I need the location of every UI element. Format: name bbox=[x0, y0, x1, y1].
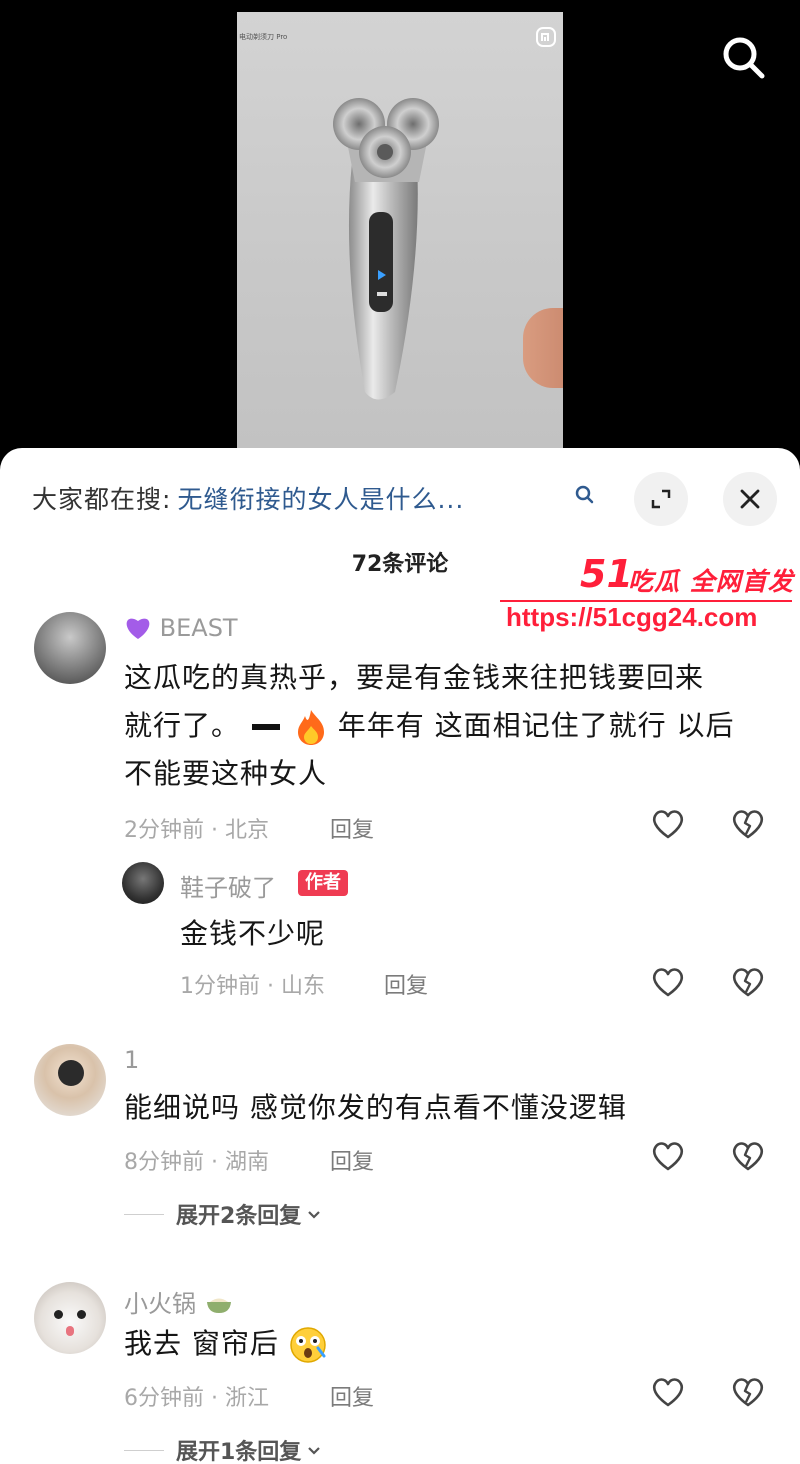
like-icon[interactable] bbox=[650, 1374, 686, 1410]
avatar[interactable] bbox=[34, 612, 106, 684]
video-frame-product-photo: 电动剃须刀 Pro bbox=[237, 12, 563, 452]
comment-meta: 2分钟前 · 北京 bbox=[124, 818, 269, 843]
dislike-icon[interactable] bbox=[730, 1374, 766, 1410]
comment-text-fragment: 我去 窗帘后 bbox=[124, 1327, 279, 1360]
dash-icon bbox=[251, 724, 280, 730]
avatar-mouth bbox=[66, 1326, 74, 1336]
dislike-icon[interactable] bbox=[730, 1138, 766, 1174]
comment-text-fragment: 就行了。 bbox=[124, 709, 241, 742]
comment-text-line: 这瓜吃的真热乎，要是有金钱来往把钱要回来 bbox=[124, 661, 705, 694]
comment-username-text: BEAST bbox=[159, 614, 238, 642]
dislike-icon[interactable] bbox=[730, 806, 766, 842]
comment-text-fragment: 年年有 这面相记住了就行 以后 bbox=[337, 709, 735, 742]
close-icon bbox=[740, 489, 760, 509]
shaver-image bbox=[333, 98, 439, 400]
comment-text-line: 就行了。 年年有 这面相记住了就行 以后 bbox=[124, 702, 764, 750]
expand-button[interactable] bbox=[634, 472, 688, 526]
watermark: 51 吃瓜 全网首发 https://51cgg24.com bbox=[494, 552, 800, 642]
expand-divider bbox=[124, 1213, 164, 1215]
comment-username[interactable]: BEAST bbox=[124, 614, 238, 642]
comment-sheet: 大家都在搜: 无缝衔接的女人是什么... 72条评论 51 吃瓜 全网首发 ht… bbox=[0, 448, 800, 1464]
avatar-eye bbox=[77, 1310, 86, 1319]
suggested-search-link[interactable]: 无缝衔接的女人是什么... bbox=[177, 480, 464, 516]
suggested-search-prefix: 大家都在搜: bbox=[32, 485, 172, 514]
watermark-url: https://51cgg24.com bbox=[506, 602, 758, 632]
watermark-number: 51 bbox=[580, 552, 633, 596]
shocked-face-icon bbox=[290, 1327, 326, 1363]
avatar[interactable] bbox=[122, 862, 164, 904]
author-badge: 作者 bbox=[298, 870, 348, 896]
comment-meta: 6分钟前 · 浙江 bbox=[124, 1386, 269, 1411]
chevron-down-icon bbox=[308, 1211, 321, 1219]
comment-username[interactable]: 1 bbox=[124, 1046, 139, 1074]
comment-text: 能细说吗 感觉你发的有点看不懂没逻辑 bbox=[124, 1091, 627, 1124]
suggested-search: 大家都在搜: 无缝衔接的女人是什么... bbox=[32, 478, 464, 518]
reply-meta: 1分钟前 · 山东 bbox=[180, 974, 325, 999]
expand-replies-label: 展开1条回复 bbox=[176, 1440, 302, 1464]
avatar-eye bbox=[54, 1310, 63, 1319]
reply-username[interactable]: 鞋子破了 bbox=[180, 868, 276, 903]
comment-meta: 8分钟前 · 湖南 bbox=[124, 1150, 269, 1175]
expand-icon bbox=[651, 489, 671, 509]
comment-username-text: 小火锅 bbox=[124, 1290, 196, 1318]
reply-button[interactable]: 回复 bbox=[330, 812, 374, 844]
expand-replies-button[interactable]: 展开1条回复 bbox=[124, 1434, 323, 1464]
reply-button[interactable]: 回复 bbox=[330, 1380, 374, 1412]
comment-username[interactable]: 小火锅 bbox=[124, 1284, 234, 1319]
comment-text: 这瓜吃的真热乎，要是有金钱来往把钱要回来 就行了。 年年有 这面相记住了就行 以… bbox=[124, 654, 764, 798]
expand-replies-label: 展开2条回复 bbox=[176, 1204, 302, 1229]
hotpot-icon bbox=[206, 1298, 231, 1313]
fire-icon bbox=[297, 710, 324, 745]
comment-text-line: 不能要这种女人 bbox=[124, 757, 328, 790]
expand-divider bbox=[124, 1449, 164, 1451]
reply-text: 金钱不少呢 bbox=[180, 917, 326, 950]
comment-text: 我去 窗帘后 bbox=[124, 1320, 327, 1368]
expand-replies-button[interactable]: 展开2条回复 bbox=[124, 1198, 323, 1230]
watermark-text: 吃瓜 全网首发 bbox=[628, 567, 794, 596]
avatar-figure bbox=[58, 1060, 84, 1086]
search-icon[interactable] bbox=[716, 30, 772, 86]
dislike-icon[interactable] bbox=[730, 964, 766, 1000]
reply-button[interactable]: 回复 bbox=[384, 968, 428, 1000]
chevron-down-icon bbox=[308, 1447, 321, 1455]
like-icon[interactable] bbox=[650, 806, 686, 842]
video-player[interactable]: 电动剃须刀 Pro bbox=[0, 0, 800, 460]
avatar[interactable] bbox=[34, 1282, 106, 1354]
purple-heart-icon bbox=[126, 618, 150, 639]
close-button[interactable] bbox=[723, 472, 777, 526]
reply-button[interactable]: 回复 bbox=[330, 1144, 374, 1176]
search-icon[interactable] bbox=[572, 482, 598, 508]
avatar[interactable] bbox=[34, 1044, 106, 1116]
like-icon[interactable] bbox=[650, 1138, 686, 1174]
like-icon[interactable] bbox=[650, 964, 686, 1000]
finger bbox=[523, 308, 563, 388]
